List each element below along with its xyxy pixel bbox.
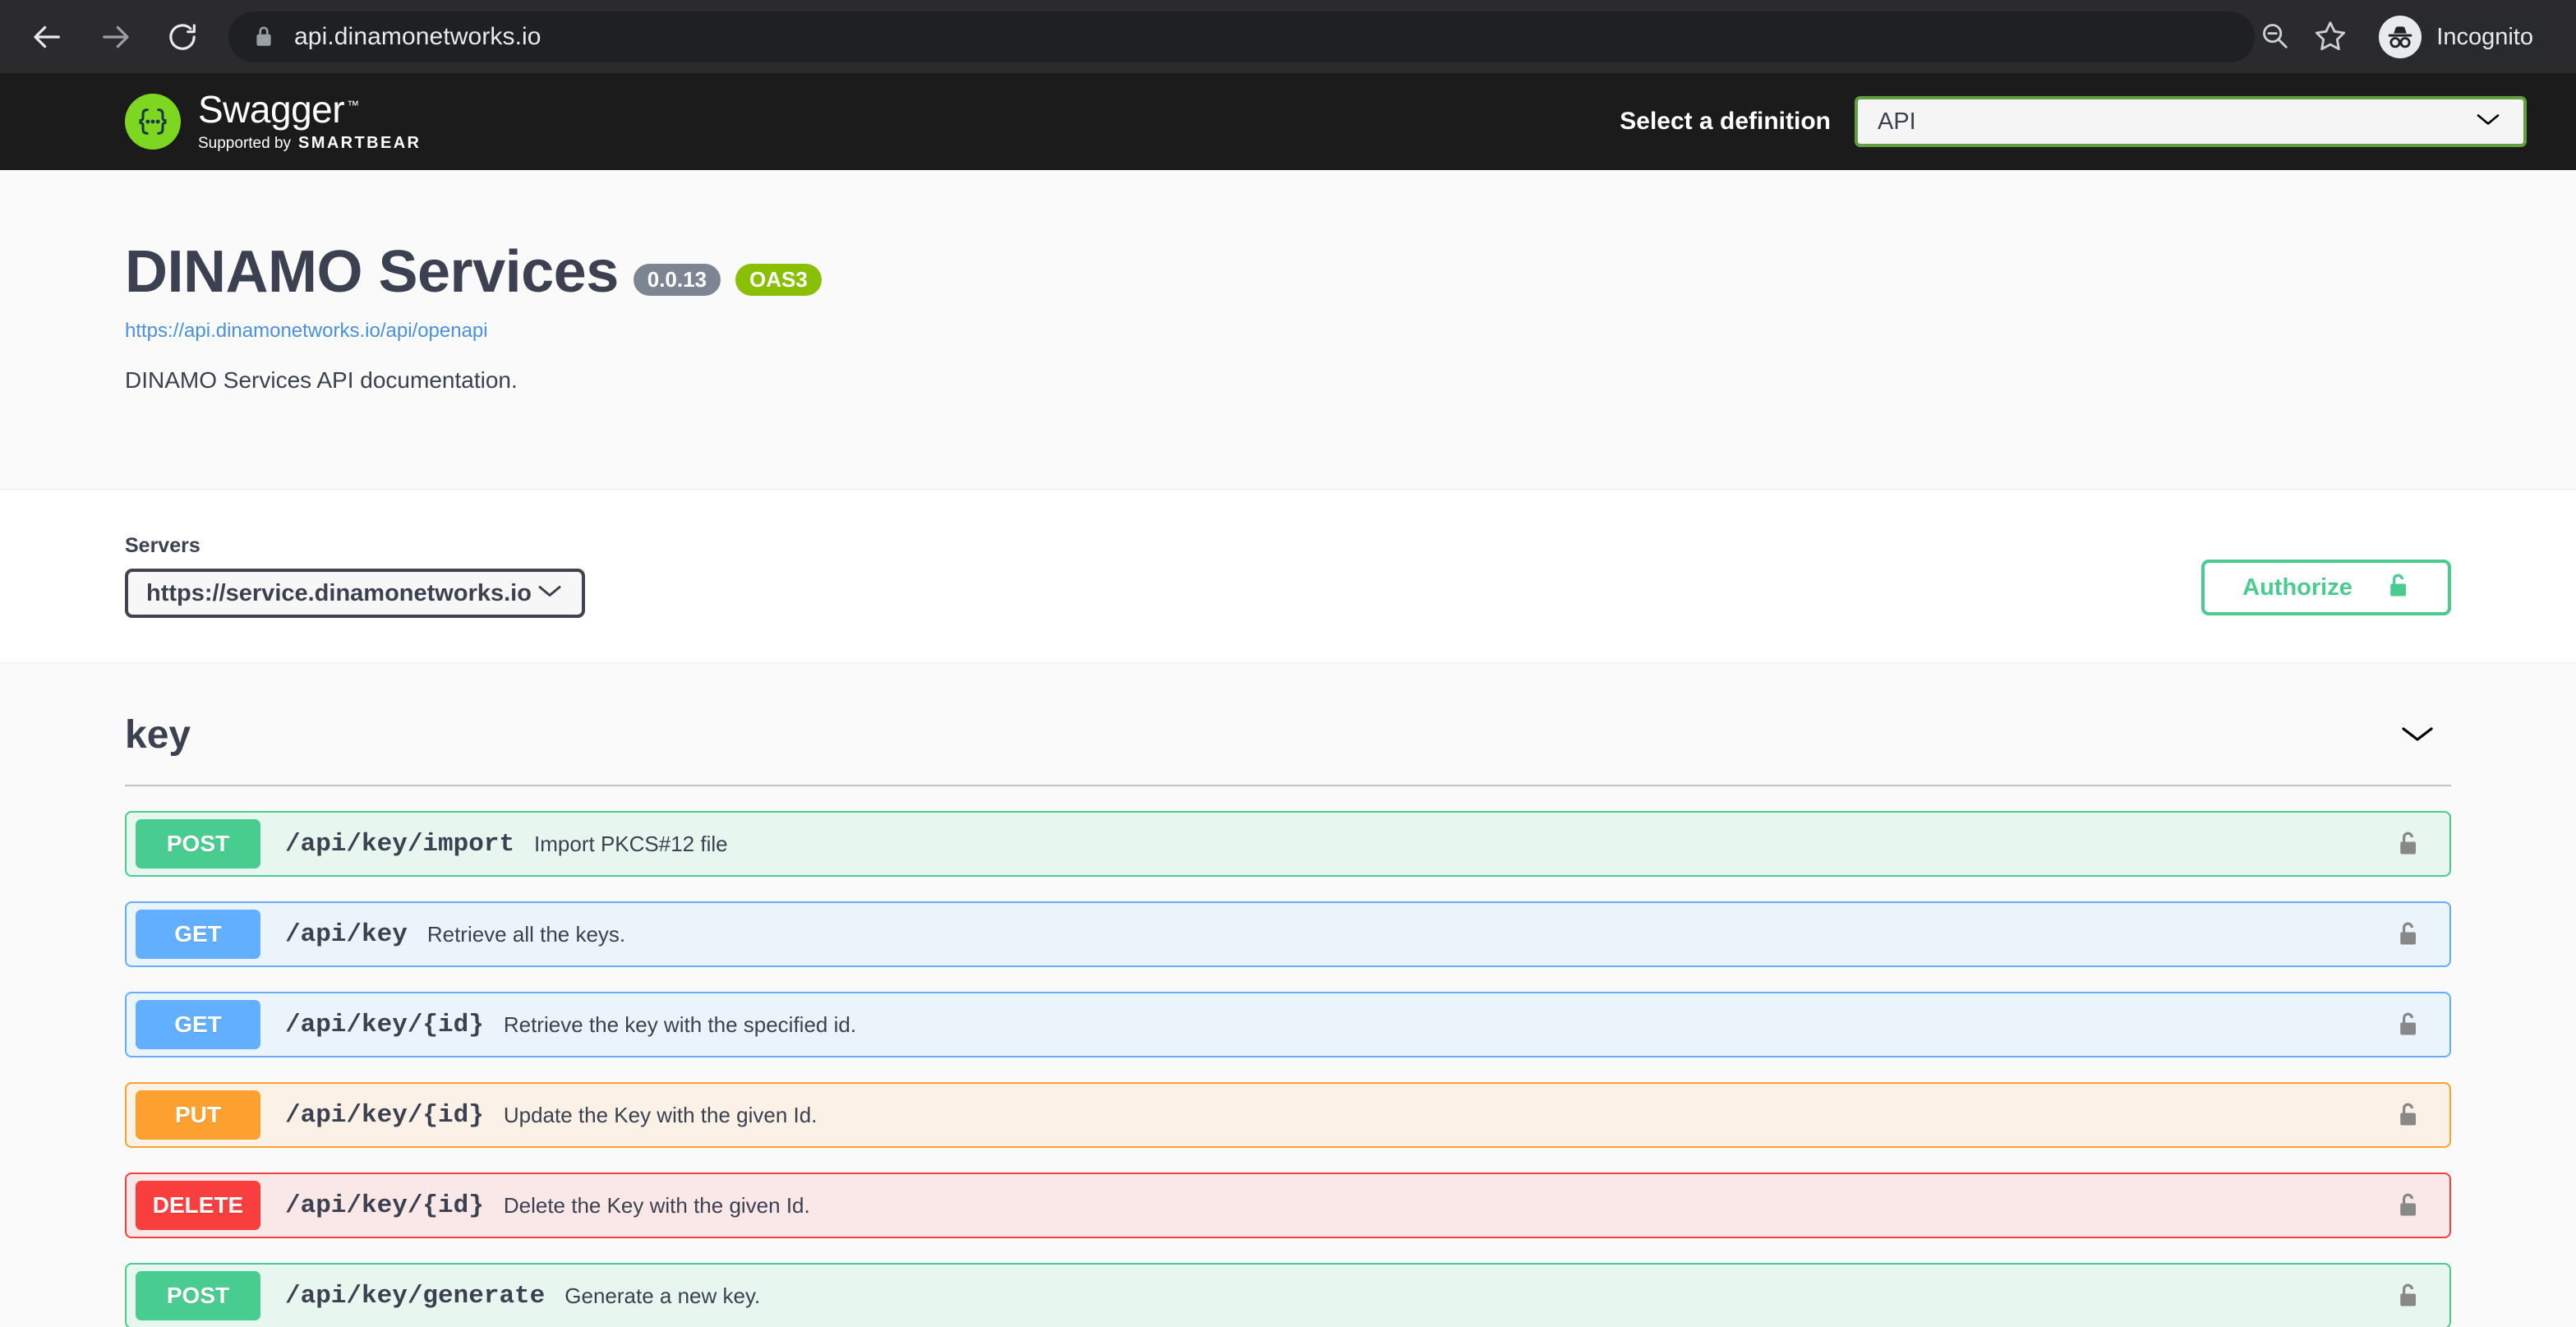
profile-button[interactable]: Incognito xyxy=(2371,9,2556,65)
operation-row[interactable]: POST/api/key/generate Generate a new key. xyxy=(125,1263,2451,1327)
page-title: DINAMO Services xyxy=(125,239,619,305)
server-select-value: https://service.dinamonetworks.io xyxy=(146,579,532,606)
chevron-down-icon[interactable] xyxy=(2400,724,2435,748)
unlock-icon[interactable] xyxy=(2395,1100,2420,1130)
unlock-icon[interactable] xyxy=(2395,1010,2420,1039)
arrow-left-icon xyxy=(31,21,64,53)
reload-button[interactable] xyxy=(154,9,210,65)
tag-name: key xyxy=(125,713,191,757)
operation-row[interactable]: DELETE/api/key/{id} Delete the Key with t… xyxy=(125,1173,2451,1238)
chevron-down-icon xyxy=(2476,113,2500,131)
operation-row[interactable]: GET/api/key Retrieve all the keys. xyxy=(125,901,2451,967)
servers-group: Servers https://service.dinamonetworks.i… xyxy=(125,534,585,618)
trademark-symbol: ™ xyxy=(347,98,359,113)
zoom-out-button[interactable] xyxy=(2247,10,2302,64)
unlock-icon[interactable] xyxy=(2395,919,2420,949)
address-bar-url: api.dinamonetworks.io xyxy=(294,22,541,50)
browser-toolbar: api.dinamonetworks.io Incognito xyxy=(0,0,2576,73)
servers-label: Servers xyxy=(125,534,200,557)
api-info-block: DINAMO Services 0.0.13 OAS3 https://api.… xyxy=(0,170,2576,489)
operation-method-badge: GET xyxy=(136,1000,260,1049)
tag-section-key: key POST/api/key/import Import PKCS#12 fi… xyxy=(0,716,2576,1327)
chevron-down-icon xyxy=(537,584,562,603)
swagger-wordmark: Swagger ™ xyxy=(198,88,359,131)
definition-selector-group: Select a definition API xyxy=(1620,96,2527,147)
operation-path: /api/key/generate xyxy=(285,1281,546,1311)
reload-icon xyxy=(166,21,199,53)
version-badge: 0.0.13 xyxy=(633,263,721,296)
authorize-label: Authorize xyxy=(2242,574,2353,601)
star-icon xyxy=(2314,19,2347,56)
oas-badge: OAS3 xyxy=(735,263,822,296)
swagger-logo[interactable]: Swagger ™ Supported by SMARTBEAR xyxy=(125,90,421,153)
profile-label: Incognito xyxy=(2436,23,2533,50)
operation-method-badge: POST xyxy=(136,819,260,869)
operation-summary: Generate a new key. xyxy=(565,1283,761,1308)
operation-path: /api/key/import xyxy=(285,829,515,859)
openapi-spec-link[interactable]: https://api.dinamonetworks.io/api/openap… xyxy=(125,320,2451,343)
forward-button[interactable] xyxy=(87,9,143,65)
arrow-right-icon xyxy=(99,21,131,53)
operation-method-badge: POST xyxy=(136,1271,260,1320)
operation-row[interactable]: GET/api/key/{id} Retrieve the key with th… xyxy=(125,992,2451,1057)
operation-list: POST/api/key/import Import PKCS#12 file GE… xyxy=(125,811,2451,1327)
unlock-icon xyxy=(2385,571,2410,605)
operation-method-badge: DELETE xyxy=(136,1181,260,1230)
operation-row[interactable]: POST/api/key/import Import PKCS#12 file xyxy=(125,811,2451,877)
browser-nav-buttons xyxy=(20,9,210,65)
operation-method-badge: PUT xyxy=(136,1090,260,1140)
bookmark-button[interactable] xyxy=(2303,10,2357,64)
incognito-icon xyxy=(2379,16,2422,58)
operation-summary: Retrieve the key with the specified id. xyxy=(503,1011,857,1037)
lock-icon xyxy=(253,25,274,49)
operation-path: /api/key/{id} xyxy=(285,1191,484,1220)
tag-header[interactable]: key xyxy=(125,716,2451,786)
operation-method-badge: GET xyxy=(136,910,260,959)
browser-actions: Incognito xyxy=(2247,9,2556,65)
operation-summary: Update the Key with the given Id. xyxy=(503,1102,818,1127)
operation-row[interactable]: PUT/api/key/{id} Update the Key with the … xyxy=(125,1082,2451,1148)
definition-select-value: API xyxy=(1878,108,1916,135)
back-button[interactable] xyxy=(20,9,76,65)
smartbear-label: SMARTBEAR xyxy=(298,134,422,152)
definition-select[interactable]: API xyxy=(1855,96,2527,147)
server-select[interactable]: https://service.dinamonetworks.io xyxy=(125,569,585,618)
select-definition-label: Select a definition xyxy=(1620,108,1831,135)
operation-summary: Import PKCS#12 file xyxy=(534,831,728,856)
swagger-logo-subtitle: Supported by SMARTBEAR xyxy=(198,134,421,153)
api-description: DINAMO Services API documentation. xyxy=(125,367,518,393)
operations-area: key POST/api/key/import Import PKCS#12 fi… xyxy=(0,663,2576,1327)
operation-summary: Delete the Key with the given Id. xyxy=(503,1192,810,1218)
swagger-topbar: Swagger ™ Supported by SMARTBEAR Select a… xyxy=(0,73,2576,170)
supported-by-label: Supported by xyxy=(198,135,292,152)
api-title-row: DINAMO Services 0.0.13 OAS3 xyxy=(125,242,2451,302)
zoom-out-icon xyxy=(2259,20,2290,55)
operation-path: /api/key xyxy=(285,919,408,949)
servers-block: Servers https://service.dinamonetworks.i… xyxy=(0,489,2576,663)
operation-path: /api/key/{id} xyxy=(285,1100,484,1130)
unlock-icon[interactable] xyxy=(2395,1191,2420,1220)
swagger-braces-icon xyxy=(125,94,181,150)
operation-summary: Retrieve all the keys. xyxy=(426,921,626,947)
unlock-icon[interactable] xyxy=(2395,1281,2420,1311)
authorize-button[interactable]: Authorize xyxy=(2201,560,2451,615)
address-bar[interactable]: api.dinamonetworks.io xyxy=(228,11,2255,62)
unlock-icon[interactable] xyxy=(2395,829,2420,859)
operation-path: /api/key/{id} xyxy=(285,1010,484,1039)
